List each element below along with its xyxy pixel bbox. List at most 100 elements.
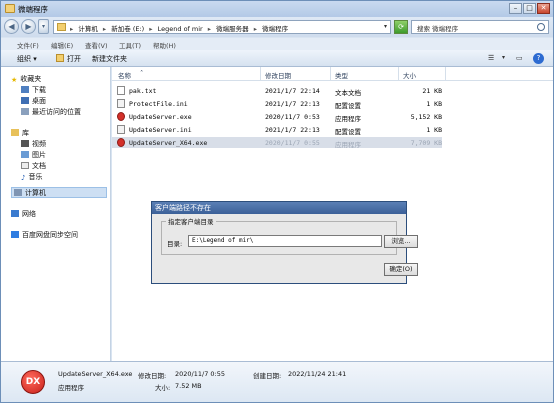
recent-places-icon	[21, 108, 29, 115]
back-button[interactable]: ◀	[4, 19, 19, 34]
sidebar-item-computer[interactable]: 计算机	[11, 187, 107, 198]
client-path-dialog: 客户端路径不存在 指定客户端目录 目录: E:\Legend of mir\ 浏…	[151, 201, 418, 284]
file-row-selected[interactable]: UpdateServer_X64.exe 2020/11/7 0:55 应用程序…	[112, 137, 442, 149]
column-divider[interactable]	[445, 67, 446, 81]
menu-file[interactable]: 文件(F)	[17, 40, 39, 50]
breadcrumb-item[interactable]: 计算机	[78, 25, 98, 33]
file-name: UpdateServer.exe	[129, 113, 192, 121]
sidebar-item-label: 视频	[32, 140, 46, 148]
breadcrumb-item[interactable]: 微端程序	[262, 25, 288, 33]
refresh-button[interactable]: ⟳	[394, 20, 408, 34]
dir-input[interactable]: E:\Legend of mir\	[188, 235, 382, 247]
browse-button[interactable]: 浏览...	[384, 235, 418, 248]
settings-file-icon	[117, 99, 125, 108]
file-type: 应用程序	[335, 141, 361, 149]
file-date: 2021/1/7 22:13	[265, 126, 320, 134]
view-options-icon[interactable]: ☰	[488, 54, 494, 62]
maximize-button[interactable]: □	[523, 3, 536, 14]
sidebar-item-downloads[interactable]: 下载	[21, 85, 46, 95]
file-row[interactable]: pak.txt 2021/1/7 22:14 文本文档 21 KB	[112, 85, 442, 97]
breadcrumb-item[interactable]: 新加卷 (E:)	[111, 25, 144, 33]
sidebar-item-favorites[interactable]: ★ 收藏夹	[11, 74, 41, 84]
history-dropdown-button[interactable]: ▾	[38, 19, 49, 34]
forward-button[interactable]: ▶	[21, 19, 36, 34]
ok-button[interactable]: 确定(O)	[384, 263, 418, 276]
sidebar-item-recent[interactable]: 最近访问的位置	[21, 107, 81, 117]
organize-button[interactable]: 组织 ▾	[17, 54, 37, 64]
detail-size-label: 大小:	[155, 384, 171, 392]
menu-tools[interactable]: 工具(T)	[119, 40, 141, 50]
sidebar-item-pictures[interactable]: 图片	[21, 150, 46, 160]
file-size: 1 KB	[426, 126, 442, 134]
search-placeholder: 搜索 微端程序	[417, 25, 459, 33]
star-icon: ★	[11, 76, 18, 84]
dialog-title: 客户端路径不存在	[155, 204, 211, 212]
file-name: ProtectFile.ini	[129, 100, 188, 108]
chevron-down-icon[interactable]: ▾	[384, 23, 387, 30]
file-date: 2021/1/7 22:13	[265, 100, 320, 108]
breadcrumb: ▸ 计算机 ▸ 新加卷 (E:) ▸ Legend of mir ▸ 微端服务器…	[70, 25, 289, 33]
text-file-icon	[117, 86, 125, 95]
picture-icon	[21, 151, 29, 158]
minimize-button[interactable]: –	[509, 3, 522, 14]
column-date[interactable]: 修改日期	[265, 70, 291, 80]
command-toolbar: 组织 ▾ 打开 新建文件夹 ☰ ▾ ▭ ?	[1, 50, 553, 67]
settings-file-icon	[117, 125, 125, 134]
download-icon	[21, 86, 29, 93]
detail-size-value: 7.52 MB	[175, 382, 202, 390]
breadcrumb-item[interactable]: Legend of mir	[158, 25, 203, 33]
chevron-down-icon[interactable]: ▾	[502, 54, 505, 61]
menu-view[interactable]: 查看(V)	[85, 40, 108, 50]
sidebar-item-label: 图片	[32, 151, 46, 159]
sidebar-item-documents[interactable]: 文档	[21, 161, 46, 171]
dialog-title-bar[interactable]: 客户端路径不存在	[152, 202, 406, 214]
file-row[interactable]: UpdateServer.ini 2021/1/7 22:13 配置设置 1 K…	[112, 124, 442, 136]
file-type: 文本文档	[335, 89, 361, 97]
sidebar-item-label: 收藏夹	[20, 75, 42, 83]
sidebar-item-music[interactable]: ♪ 音乐	[21, 172, 42, 182]
column-divider[interactable]	[398, 67, 399, 81]
close-button[interactable]: ✕	[537, 3, 550, 14]
sort-up-icon: ˄	[140, 69, 144, 77]
sidebar-item-videos[interactable]: 视频	[21, 139, 46, 149]
column-size[interactable]: 大小	[403, 70, 416, 80]
column-divider[interactable]	[330, 67, 331, 81]
column-name[interactable]: 名称	[118, 70, 131, 80]
file-row[interactable]: UpdateServer.exe 2020/11/7 0:53 应用程序 5,1…	[112, 111, 442, 123]
file-row[interactable]: ProtectFile.ini 2021/1/7 22:13 配置设置 1 KB	[112, 98, 442, 110]
breadcrumb-item[interactable]: 微端服务器	[216, 25, 249, 33]
sidebar-item-label: 百度网盘同步空间	[22, 231, 78, 239]
column-type[interactable]: 类型	[335, 70, 348, 80]
sidebar-item-libraries[interactable]: 库	[11, 128, 29, 138]
sidebar-item-label: 网络	[22, 210, 36, 218]
address-bar[interactable]: ▸ 计算机 ▸ 新加卷 (E:) ▸ Legend of mir ▸ 微端服务器…	[53, 20, 391, 34]
open-button[interactable]: 打开	[67, 54, 81, 64]
document-icon	[21, 162, 29, 169]
file-name: UpdateServer_X64.exe	[129, 139, 208, 147]
file-type: 配置设置	[335, 102, 361, 110]
new-folder-button[interactable]: 新建文件夹	[92, 54, 127, 64]
file-date: 2020/11/7 0:53	[265, 113, 320, 121]
help-icon[interactable]: ?	[533, 53, 544, 64]
sidebar-item-desktop[interactable]: 桌面	[21, 96, 46, 106]
dir-label: 目录:	[167, 240, 183, 248]
detail-modified-label: 修改日期:	[138, 372, 167, 380]
menu-edit[interactable]: 编辑(E)	[51, 40, 73, 50]
sidebar-item-label: 桌面	[32, 97, 46, 105]
preview-pane-icon[interactable]: ▭	[516, 54, 523, 62]
sidebar-item-baidu[interactable]: 百度网盘同步空间	[11, 230, 78, 240]
search-input[interactable]: 搜索 微端程序	[411, 20, 549, 34]
explorer-window: 微端程序 – □ ✕ ◀ ▶ ▾ ▸ 计算机 ▸ 新加卷 (E:) ▸ Lege…	[0, 0, 554, 403]
detail-created-value: 2022/11/24 21:41	[288, 370, 347, 378]
search-icon[interactable]	[537, 23, 545, 31]
address-row: ◀ ▶ ▾ ▸ 计算机 ▸ 新加卷 (E:) ▸ Legend of mir ▸…	[1, 17, 553, 37]
file-name: pak.txt	[129, 87, 157, 95]
file-size: 1 KB	[426, 100, 442, 108]
menu-help[interactable]: 帮助(H)	[153, 40, 176, 50]
sidebar-item-label: 最近访问的位置	[32, 108, 81, 116]
sidebar-item-label: 文档	[32, 162, 46, 170]
application-icon	[117, 112, 125, 121]
file-type: 配置设置	[335, 128, 361, 136]
column-divider[interactable]	[260, 67, 261, 81]
sidebar-item-network[interactable]: 网络	[11, 209, 36, 219]
